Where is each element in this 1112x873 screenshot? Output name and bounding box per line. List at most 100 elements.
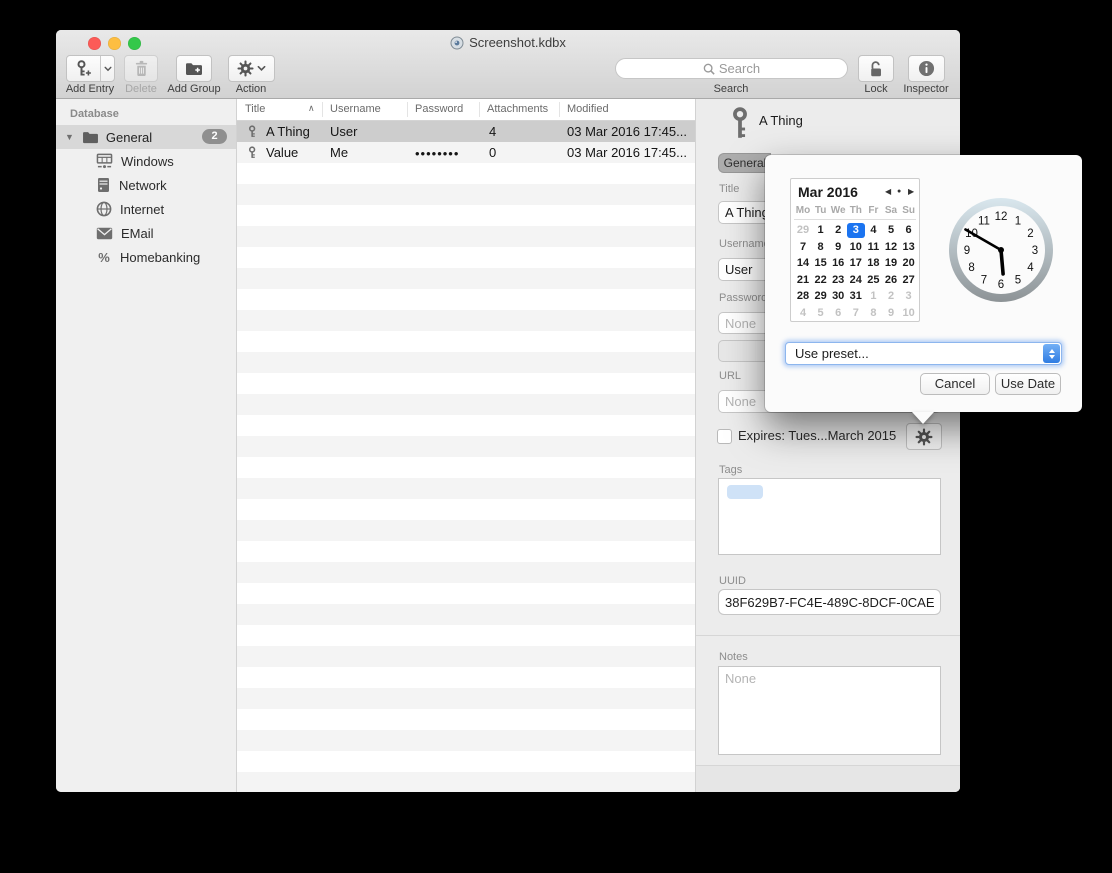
sidebar-item-email[interactable]: EMail	[56, 221, 236, 245]
window-title: Screenshot.kdbx	[56, 35, 960, 50]
table-row[interactable]: ValueMe••••••••003 Mar 2016 17:45...	[237, 142, 695, 163]
calendar-day[interactable]: 24	[847, 273, 865, 288]
calendar-day[interactable]: 30	[829, 289, 847, 304]
add-entry-button[interactable]	[66, 55, 115, 82]
column-header-password[interactable]: Password	[415, 103, 463, 115]
trash-icon	[134, 60, 149, 77]
column-header-username[interactable]: Username	[330, 103, 381, 115]
table-row	[237, 541, 695, 562]
sidebar-item-network[interactable]: Network	[56, 173, 236, 197]
action-button[interactable]	[228, 55, 275, 82]
calendar-day[interactable]: 16	[829, 256, 847, 271]
sidebar-item-general[interactable]: ▼ General 2	[56, 125, 236, 149]
lock-button[interactable]	[858, 55, 894, 82]
calendar-day[interactable]: 23	[829, 273, 847, 288]
notes-field[interactable]	[718, 666, 941, 755]
calendar-day[interactable]: 12	[882, 240, 900, 255]
sidebar-item-homebanking[interactable]: % Homebanking	[56, 245, 236, 269]
calendar-day[interactable]: 7	[794, 240, 812, 255]
calendar-day[interactable]: 2	[882, 289, 900, 304]
column-header-attachments[interactable]: Attachments	[487, 103, 548, 115]
cancel-button[interactable]: Cancel	[920, 373, 990, 395]
search-input[interactable]: Search	[615, 58, 848, 79]
svg-text:9: 9	[964, 245, 970, 257]
tab-general[interactable]: General	[718, 153, 771, 173]
calendar-day[interactable]: 1	[864, 289, 882, 304]
expires-checkbox[interactable]	[717, 429, 732, 444]
calendar-divider	[794, 219, 916, 220]
uuid-field[interactable]	[718, 589, 941, 615]
calendar-day[interactable]: 26	[882, 273, 900, 288]
calendar-day[interactable]: 2	[829, 223, 847, 238]
calendar-day[interactable]: 6	[900, 223, 918, 238]
calendar-day[interactable]: 10	[900, 306, 918, 321]
empty-tag-pill[interactable]	[727, 485, 763, 499]
calendar-day[interactable]: 1	[812, 223, 830, 238]
column-divider	[559, 102, 560, 117]
svg-text:12: 12	[995, 211, 1008, 223]
inspector-button[interactable]	[908, 55, 945, 82]
calendar-day-selected[interactable]: 3	[847, 223, 865, 238]
notes-label: Notes	[719, 651, 748, 663]
select-stepper-icon	[1043, 344, 1060, 363]
calendar-day[interactable]: 11	[864, 240, 882, 255]
calendar-weekday-label: We	[829, 205, 847, 216]
calendar-weekday-label: Su	[900, 205, 918, 216]
sidebar-item-windows[interactable]: Windows	[56, 149, 236, 173]
expires-date-picker-button[interactable]	[906, 423, 942, 450]
calendar-day[interactable]: 4	[864, 223, 882, 238]
calendar-day[interactable]: 3	[900, 289, 918, 304]
calendar-day[interactable]: 29	[812, 289, 830, 304]
calendar-day[interactable]: 14	[794, 256, 812, 271]
calendar-day[interactable]: 27	[900, 273, 918, 288]
add-group-button[interactable]	[176, 55, 212, 82]
calendar-day[interactable]: 8	[864, 306, 882, 321]
calendar-day[interactable]: 7	[847, 306, 865, 321]
tags-field[interactable]	[718, 478, 941, 555]
sidebar-item-label: EMail	[121, 226, 154, 241]
calendar-day[interactable]: 9	[882, 306, 900, 321]
table-row[interactable]: A ThingUser403 Mar 2016 17:45...	[237, 121, 695, 142]
calendar-prev-icon[interactable]: ◀	[885, 187, 891, 196]
calendar-day[interactable]: 9	[829, 240, 847, 255]
calendar-day[interactable]: 18	[864, 256, 882, 271]
column-header-modified[interactable]: Modified	[567, 103, 609, 115]
sidebar-item-internet[interactable]: Internet	[56, 197, 236, 221]
calendar-next-icon[interactable]: ▶	[908, 187, 914, 196]
server-icon	[96, 177, 111, 193]
calendar-day[interactable]: 13	[900, 240, 918, 255]
use-date-button[interactable]: Use Date	[995, 373, 1061, 395]
calendar-day[interactable]: 5	[812, 306, 830, 321]
calendar-day[interactable]: 4	[794, 306, 812, 321]
disclosure-triangle-icon[interactable]: ▼	[65, 132, 74, 142]
calendar-day[interactable]: 17	[847, 256, 865, 271]
calendar-day[interactable]: 20	[900, 256, 918, 271]
calendar-day[interactable]: 8	[812, 240, 830, 255]
calendar-weekday-label: Tu	[812, 205, 830, 216]
calendar-day[interactable]: 25	[864, 273, 882, 288]
column-header-title[interactable]: Title	[245, 103, 265, 115]
calendar-day[interactable]: 22	[812, 273, 830, 288]
table-row	[237, 226, 695, 247]
date-picker-popover: Mar 2016 ◀ ● ▶ MoTuWeThFrSaSu 2912345678…	[765, 155, 1082, 412]
analog-clock[interactable]: 123456789101112	[946, 195, 1056, 305]
calendar-day[interactable]: 29	[794, 223, 812, 238]
entry-table-body: A ThingUser403 Mar 2016 17:45...ValueMe•…	[237, 121, 695, 792]
calendar-day[interactable]: 19	[882, 256, 900, 271]
lock-open-icon	[868, 60, 884, 78]
key-icon	[729, 107, 751, 140]
calendar-day[interactable]: 10	[847, 240, 865, 255]
calendar-day[interactable]: 5	[882, 223, 900, 238]
entry-title-cell: Value	[266, 145, 298, 160]
calendar-day[interactable]: 15	[812, 256, 830, 271]
calendar-today-icon[interactable]: ●	[897, 188, 901, 195]
calendar-day[interactable]: 21	[794, 273, 812, 288]
preset-select[interactable]: Use preset...	[785, 342, 1062, 365]
calendar-day[interactable]: 28	[794, 289, 812, 304]
calendar-day[interactable]: 6	[829, 306, 847, 321]
calendar-day[interactable]: 31	[847, 289, 865, 304]
table-row	[237, 373, 695, 394]
lock-label: Lock	[864, 83, 887, 95]
column-divider	[479, 102, 480, 117]
folder-icon	[82, 130, 99, 144]
